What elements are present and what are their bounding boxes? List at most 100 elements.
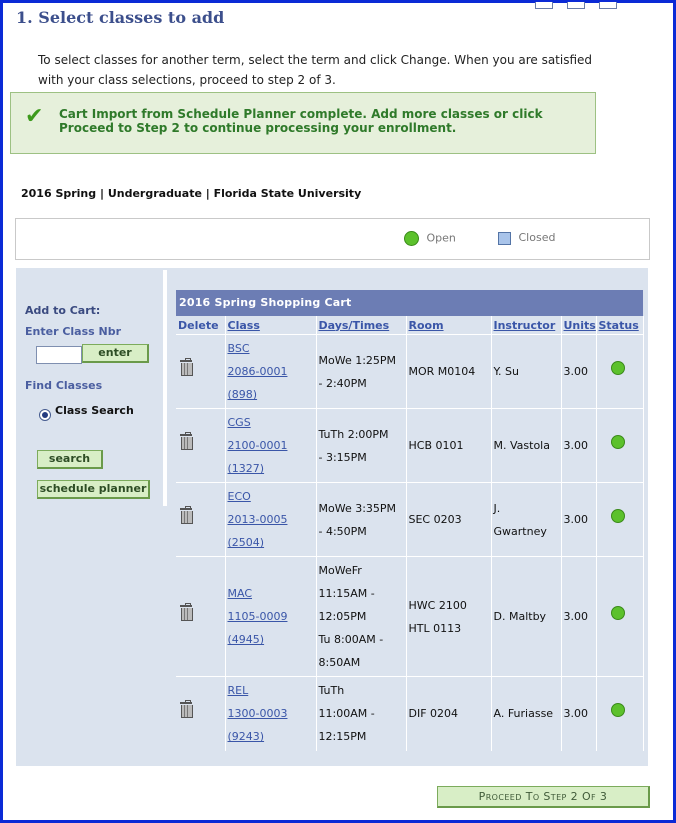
days-times-cell-line: 11:00AM - — [318, 707, 375, 721]
days-times-cell-line: MoWeFr — [318, 564, 362, 577]
class-link[interactable]: 2100-0001 — [228, 439, 288, 452]
open-status-icon — [404, 231, 419, 246]
cart-row: ECO 2013-0005 (2504) MoWe 3:35PM - 4:50PM SEC… — [176, 482, 644, 557]
search-button[interactable]: search — [37, 450, 103, 469]
add-to-cart-heading: Add to Cart: — [25, 304, 101, 317]
import-message-box: ✔ Cart Import from Schedule Planner comp… — [10, 92, 596, 154]
status-cell — [596, 556, 644, 677]
days-times-cell-line: MoWe 3:35PM — [318, 501, 397, 515]
trash-icon[interactable] — [180, 358, 193, 376]
trash-icon[interactable] — [180, 506, 193, 524]
col-status[interactable]: Status — [596, 316, 644, 335]
sidebar-divider — [163, 270, 167, 506]
days-times-cell-line: 12:05PM — [318, 610, 367, 623]
control-icon[interactable] — [535, 2, 553, 9]
col-units[interactable]: Units — [561, 316, 597, 335]
control-icon[interactable] — [567, 2, 585, 9]
days-times-cell-line: 12:15PM — [318, 730, 367, 744]
control-icon[interactable] — [599, 2, 617, 9]
class-link[interactable]: (9243) — [228, 730, 265, 743]
days-times-cell: MoWe 1:25PM - 2:40PM — [316, 334, 407, 409]
class-search-radio[interactable] — [39, 409, 51, 421]
instructor-cell: Y. Su — [491, 334, 562, 409]
open-status-icon — [610, 703, 625, 718]
cart-row: CGS 2100-0001 (1327) TuTh 2:00PM - 3:15PM HCB… — [176, 408, 644, 483]
units-cell: 3.00 — [561, 556, 597, 677]
class-link[interactable]: REL — [228, 684, 249, 697]
col-instructor[interactable]: Instructor — [491, 316, 562, 335]
room-cell-line: MOR M0104 — [408, 365, 476, 378]
days-times-cell-line: - 3:15PM — [318, 450, 367, 464]
room-cell-line: HTL 0113 — [408, 621, 462, 635]
class-link[interactable]: 2013-0005 — [228, 513, 288, 526]
room-cell: SEC 0203 — [406, 482, 492, 557]
open-status-icon — [610, 606, 625, 620]
legend-closed: Closed — [498, 231, 555, 245]
room-cell-line: SEC 0203 — [408, 513, 462, 526]
status-cell — [596, 676, 644, 751]
instructor-cell-line: D. Maltby — [493, 610, 547, 623]
trash-icon[interactable] — [180, 432, 193, 450]
enter-button[interactable]: enter — [82, 344, 149, 363]
enter-class-nbr-label: Enter Class Nbr — [25, 325, 122, 338]
room-cell-line: HCB 0101 — [408, 439, 464, 452]
days-times-cell: TuTh 2:00PM - 3:15PM — [316, 408, 407, 483]
class-link[interactable]: ECO — [228, 490, 251, 503]
units-cell: 3.00 — [561, 334, 597, 409]
days-times-cell-line: - 2:40PM — [318, 376, 367, 390]
find-classes-label: Find Classes — [25, 379, 103, 392]
class-link[interactable]: BSC — [228, 342, 250, 355]
room-cell-line: DIF 0204 — [408, 707, 459, 721]
schedule-planner-button[interactable]: schedule planner — [37, 480, 150, 499]
instructor-cell-line: A. Furiasse — [493, 707, 554, 721]
status-legend: Open Closed — [15, 218, 650, 260]
legend-open: Open — [404, 231, 456, 246]
class-nbr-input[interactable] — [36, 346, 82, 364]
units-cell: 3.00 — [561, 676, 597, 751]
days-times-cell-line: MoWe 1:25PM — [318, 353, 397, 367]
class-link[interactable]: (2504) — [228, 536, 265, 549]
class-link[interactable]: (898) — [228, 388, 258, 401]
term-info: 2016 Spring | Undergraduate | Florida St… — [21, 187, 362, 200]
days-times-cell-line: 11:15AM - — [318, 587, 375, 600]
class-link[interactable]: CGS — [228, 416, 251, 429]
class-link[interactable]: 2086-0001 — [228, 365, 288, 378]
room-cell: MOR M0104 — [406, 334, 492, 409]
trash-icon[interactable] — [180, 700, 193, 719]
room-cell-line: HWC 2100 — [408, 598, 467, 612]
trash-icon[interactable] — [180, 603, 193, 621]
room-cell: HCB 0101 — [406, 408, 492, 483]
class-cell: BSC 2086-0001 (898) — [225, 334, 317, 409]
class-link[interactable]: (4945) — [228, 633, 265, 646]
room-cell: DIF 0204 — [406, 676, 492, 751]
class-link[interactable]: 1105-0009 — [228, 610, 288, 623]
import-message-text: Cart Import from Schedule Planner comple… — [59, 107, 543, 135]
instructor-cell: M. Vastola — [491, 408, 562, 483]
class-link[interactable]: 1300-0003 — [228, 707, 288, 720]
window-controls — [535, 0, 631, 12]
class-cell: MAC 1105-0009 (4945) — [225, 556, 317, 677]
cart-row: MAC 1105-0009 (4945) MoWeFr 11:15AM - 12:05PM… — [176, 556, 644, 677]
col-room[interactable]: Room — [406, 316, 492, 335]
class-cell: REL 1300-0003 (9243) — [225, 676, 317, 751]
delete-cell — [176, 556, 226, 677]
cart-row: REL 1300-0003 (9243) TuTh 11:00AM - 12:15PM DI… — [176, 676, 644, 751]
proceed-step-2-button[interactable]: Proceed To Step 2 Of 3 — [437, 786, 650, 808]
open-status-icon — [610, 361, 625, 375]
days-times-cell: TuTh 11:00AM - 12:15PM — [316, 676, 407, 751]
instructor-cell-line: M. Vastola — [493, 439, 550, 452]
legend-open-label: Open — [426, 231, 456, 245]
cart-table: Delete Class Days/Times Room Instructor … — [176, 316, 644, 751]
col-delete: Delete — [176, 316, 226, 335]
class-link[interactable]: MAC — [228, 587, 253, 600]
col-class[interactable]: Class — [225, 316, 317, 335]
checkmark-icon: ✔ — [25, 104, 44, 129]
days-times-cell: MoWeFr 11:15AM - 12:05PM Tu 8:00AM - 8:50AM — [316, 556, 407, 677]
instructor-cell: D. Maltby — [491, 556, 562, 677]
sidebar: Add to Cart: Enter Class Nbr enter Find … — [16, 268, 162, 504]
cart-row: BSC 2086-0001 (898) MoWe 1:25PM - 2:40PM MOR … — [176, 334, 644, 409]
col-days-times[interactable]: Days/Times — [316, 316, 407, 335]
class-link[interactable]: (1327) — [228, 462, 265, 475]
main-panel: Add to Cart: Enter Class Nbr enter Find … — [16, 268, 648, 766]
days-times-cell-line: Tu 8:00AM - — [318, 633, 384, 646]
